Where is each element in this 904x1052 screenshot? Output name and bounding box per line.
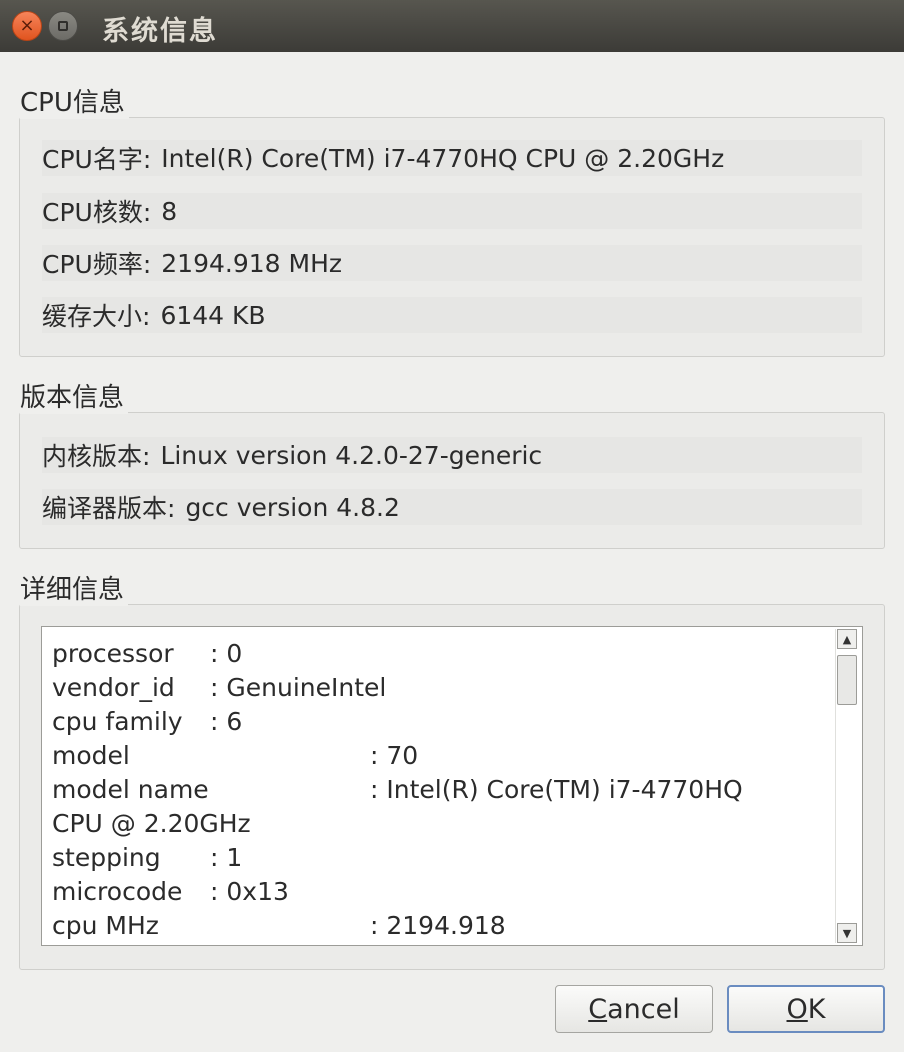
detail-line-key: microcode <box>52 877 183 906</box>
cpu-cores-row: CPU核数: 8 <box>42 193 862 229</box>
detail-line-value: : 0 <box>210 639 243 668</box>
kernel-version-value: Linux version 4.2.0-27-generic <box>160 440 543 470</box>
detail-line-key: cpu family <box>52 707 183 736</box>
detail-line-value: : 1 <box>210 843 243 872</box>
minimize-window-button[interactable] <box>48 11 78 41</box>
detail-text-area[interactable]: processor : 0 vendor_id : GenuineIntel cpu f… <box>41 626 863 946</box>
detail-line-value: : Intel(R) Core(TM) i7-4770HQ <box>370 775 743 804</box>
triangle-up-icon: ▲ <box>842 632 852 646</box>
close-window-button[interactable]: × <box>12 11 42 41</box>
detail-section-title: 详细信息 <box>20 569 129 606</box>
ok-label: K <box>807 993 826 1025</box>
cache-size-row: 缓存大小: 6144 KB <box>42 297 862 333</box>
detail-line-value: : 2194.918 <box>370 911 506 940</box>
cpu-name-label: CPU名字: <box>42 145 152 174</box>
detail-line-key: model <box>52 741 130 770</box>
minimize-icon <box>58 21 68 31</box>
window-title: 系统信息 <box>102 16 218 47</box>
detail-line-key: stepping <box>52 843 161 872</box>
cpu-name-value: Intel(R) Core(TM) i7-4770HQ CPU @ 2.20GH… <box>161 143 725 173</box>
cpu-name-row: CPU名字: Intel(R) Core(TM) i7-4770HQ CPU @… <box>42 140 862 176</box>
detail-line: cpu MHz : 2194.918 <box>52 909 822 943</box>
title-bar: × 系统信息 <box>0 0 904 52</box>
detail-line-value: : 70 <box>370 741 419 770</box>
detail-line: microcode : 0x13 <box>52 875 822 909</box>
kernel-version-label: 内核版本: <box>42 442 151 471</box>
cpu-frequency-label: CPU频率: <box>42 250 152 279</box>
cpu-info-group: CPU名字: Intel(R) Core(TM) i7-4770HQ CPU @… <box>19 117 885 357</box>
version-section-title: 版本信息 <box>20 377 129 414</box>
cpu-cores-value: 8 <box>161 196 178 226</box>
cancel-mnemonic: C <box>588 993 608 1025</box>
detail-line-key: CPU @ 2.20GHz <box>52 809 251 838</box>
detail-line: model name : Intel(R) Core(TM) i7-4770HQ <box>52 773 822 807</box>
kernel-version-row: 内核版本: Linux version 4.2.0-27-generic <box>42 437 862 473</box>
cancel-label: ancel <box>607 993 680 1025</box>
detail-line-value: : 6 <box>210 707 243 736</box>
triangle-down-icon: ▼ <box>842 926 852 940</box>
detail-line: stepping : 1 <box>52 841 822 875</box>
scroll-thumb[interactable] <box>837 655 857 705</box>
cpu-frequency-row: CPU频率: 2194.918 MHz <box>42 245 862 281</box>
close-icon: × <box>19 15 35 36</box>
detail-line-value: : GenuineIntel <box>210 673 387 702</box>
scroll-down-button[interactable]: ▼ <box>837 923 857 943</box>
detail-line: vendor_id : GenuineIntel <box>52 671 822 705</box>
cpu-cores-label: CPU核数: <box>42 198 152 227</box>
ok-mnemonic: O <box>786 993 808 1025</box>
detail-line-key: processor <box>52 639 174 668</box>
cpu-frequency-value: 2194.918 MHz <box>161 248 342 278</box>
detail-scrollbar[interactable]: ▲ ▼ <box>835 629 860 943</box>
cpu-section-title: CPU信息 <box>20 82 129 119</box>
compiler-version-label: 编译器版本: <box>42 494 176 523</box>
detail-info-group: processor : 0 vendor_id : GenuineIntel cpu f… <box>19 604 885 970</box>
detail-line-key: vendor_id <box>52 673 175 702</box>
cancel-button[interactable]: Cancel <box>555 985 713 1033</box>
cache-size-label: 缓存大小: <box>42 302 151 331</box>
cache-size-value: 6144 KB <box>160 300 266 330</box>
ok-button[interactable]: OK <box>727 985 885 1033</box>
detail-line: model : 70 <box>52 739 822 773</box>
compiler-version-row: 编译器版本: gcc version 4.8.2 <box>42 489 862 525</box>
detail-line-key: model name <box>52 775 209 804</box>
compiler-version-value: gcc version 4.8.2 <box>185 492 400 522</box>
scroll-up-button[interactable]: ▲ <box>837 629 857 649</box>
detail-line: processor : 0 <box>52 637 822 671</box>
detail-line: cpu family : 6 <box>52 705 822 739</box>
detail-text-content: processor : 0 vendor_id : GenuineIntel cpu f… <box>52 637 822 943</box>
version-info-group: 内核版本: Linux version 4.2.0-27-generic 编译器… <box>19 412 885 549</box>
detail-line-value: : 0x13 <box>210 877 289 906</box>
detail-line-key: cpu MHz <box>52 911 159 940</box>
detail-line: CPU @ 2.20GHz <box>52 807 822 841</box>
